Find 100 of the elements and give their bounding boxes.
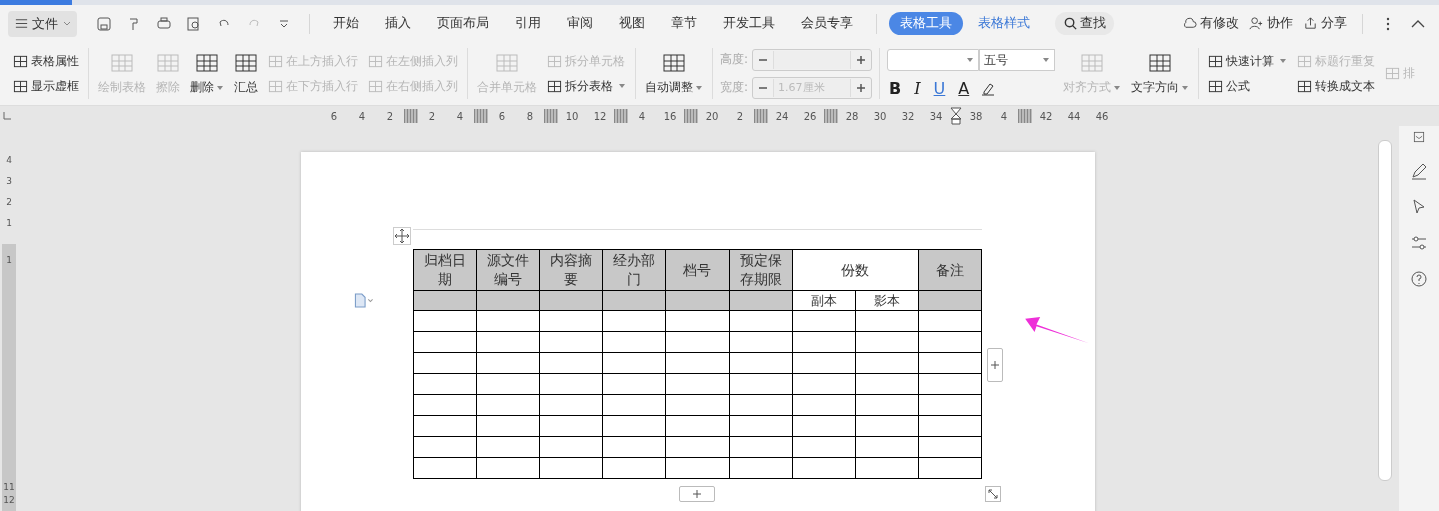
ruler-toggle-icon[interactable]: [1412, 130, 1426, 144]
table-cell: [792, 310, 856, 332]
scrollbar-thumb[interactable]: [1378, 140, 1392, 481]
resize-icon[interactable]: [985, 486, 1001, 502]
table-cell: [602, 436, 666, 458]
table-cell: [729, 373, 793, 395]
table-cell: [918, 394, 982, 416]
cloud-icon: [1182, 16, 1197, 31]
save-icon[interactable]: [96, 15, 112, 32]
caret-icon: [966, 56, 975, 64]
ruler-number: 2: [6, 196, 12, 209]
table-cell: [792, 394, 856, 416]
column-marker[interactable]: [754, 109, 768, 123]
font-style-button[interactable]: U: [931, 79, 948, 98]
table-cell: [918, 457, 982, 479]
table-header-cell: 档号: [665, 249, 730, 291]
top-action-button[interactable]: 分享: [1300, 15, 1350, 32]
font-style-button[interactable]: I: [912, 79, 923, 98]
menu-tab[interactable]: 章节: [660, 12, 708, 35]
menu-tab[interactable]: 开发工具: [712, 12, 786, 35]
ribbon-button[interactable]: 拆分表格: [545, 76, 628, 96]
font-size-dropdown[interactable]: 五号: [979, 49, 1056, 71]
ruler-number: 38: [968, 110, 984, 122]
ribbon-button[interactable]: 删除: [185, 42, 229, 105]
add-row-button[interactable]: [679, 486, 715, 502]
column-marker[interactable]: [1018, 109, 1032, 123]
ribbon-button[interactable]: 汇总: [229, 42, 263, 105]
column-marker[interactable]: [824, 109, 838, 123]
ruler-number: 26: [802, 110, 818, 122]
file-menu-button[interactable]: 文件: [8, 10, 77, 37]
table-icon: [662, 51, 686, 75]
table-cell: [855, 415, 919, 437]
ribbon-button[interactable]: 显示虚框: [11, 76, 81, 96]
column-marker[interactable]: [614, 109, 628, 123]
edit-icon[interactable]: [1410, 162, 1428, 180]
menu-tab[interactable]: 表格工具: [889, 12, 963, 35]
menu-tab[interactable]: 表格样式: [967, 12, 1041, 35]
search-button[interactable]: 查找: [1055, 12, 1114, 35]
ruler-number: 2: [735, 110, 745, 122]
indent-marker[interactable]: [950, 107, 962, 125]
print-icon[interactable]: [156, 15, 172, 32]
table-cell: [918, 352, 982, 374]
table-cell: [602, 331, 666, 353]
ribbon-button[interactable]: 公式: [1206, 76, 1290, 96]
print-preview-icon[interactable]: [186, 15, 202, 32]
document-icon[interactable]: [353, 293, 375, 308]
caret-icon: [1181, 83, 1190, 92]
ruler-number: 12: [592, 110, 608, 122]
table-cell: [918, 331, 982, 353]
sliders-icon[interactable]: [1410, 234, 1428, 252]
menu-tab[interactable]: 会员专享: [790, 12, 864, 35]
move-icon[interactable]: [393, 227, 411, 245]
column-marker[interactable]: [544, 109, 558, 123]
table-icon: [547, 78, 562, 94]
caret-icon: [1113, 83, 1122, 92]
add-column-button[interactable]: [987, 348, 1003, 382]
ribbon-button[interactable]: 表格属性: [11, 51, 81, 71]
table-cell: [855, 394, 919, 416]
font-style-button[interactable]: B: [887, 79, 904, 98]
ruler-number: 4: [357, 110, 367, 122]
column-marker[interactable]: [474, 109, 488, 123]
help-icon[interactable]: [1410, 270, 1428, 288]
size-label: 高度:: [720, 51, 749, 68]
menu-tab[interactable]: 插入: [374, 12, 422, 35]
table-cell: [665, 331, 730, 353]
top-action-button[interactable]: 有修改: [1179, 15, 1242, 32]
font-style-button[interactable]: A: [956, 79, 972, 98]
table-cell: [413, 352, 477, 374]
table-icon: [110, 51, 134, 75]
tab-stop-icon[interactable]: [3, 112, 11, 120]
ribbon-button[interactable]: 自动调整: [640, 42, 708, 105]
menu-tab[interactable]: 页面布局: [426, 12, 500, 35]
menu-tab[interactable]: 引用: [504, 12, 552, 35]
ruler-number: 11: [3, 481, 15, 494]
table-icon: [368, 78, 383, 94]
top-action-button[interactable]: 协作: [1246, 15, 1296, 32]
ribbon-button[interactable]: 文字方向: [1126, 42, 1195, 105]
column-marker[interactable]: [404, 109, 418, 123]
table-cell: [602, 415, 666, 437]
table-cell: [413, 394, 477, 416]
ruler-number: 6: [329, 110, 339, 122]
menu-tab[interactable]: 视图: [608, 12, 656, 35]
column-marker[interactable]: [684, 109, 698, 123]
ruler-number: 34: [928, 110, 944, 122]
table-cell: [855, 373, 919, 395]
ruler-number: 28: [844, 110, 860, 122]
table-cell: [665, 415, 730, 437]
menu-tab[interactable]: 审阅: [556, 12, 604, 35]
table-cell: [602, 394, 666, 416]
table-icon: [1385, 66, 1401, 81]
ribbon-button[interactable]: 转换成文本: [1295, 76, 1378, 96]
plus-icon: [990, 360, 1000, 370]
table-cell: [476, 352, 540, 374]
table-header-cell: 预定保存期限: [729, 249, 793, 291]
table-cell: [476, 415, 540, 437]
ribbon-button[interactable]: 快速计算: [1206, 51, 1290, 71]
table-cell: [918, 436, 982, 458]
menu-tab[interactable]: 开始: [322, 12, 370, 35]
ruler-number: 20: [704, 110, 720, 122]
table-cell: [729, 331, 793, 353]
